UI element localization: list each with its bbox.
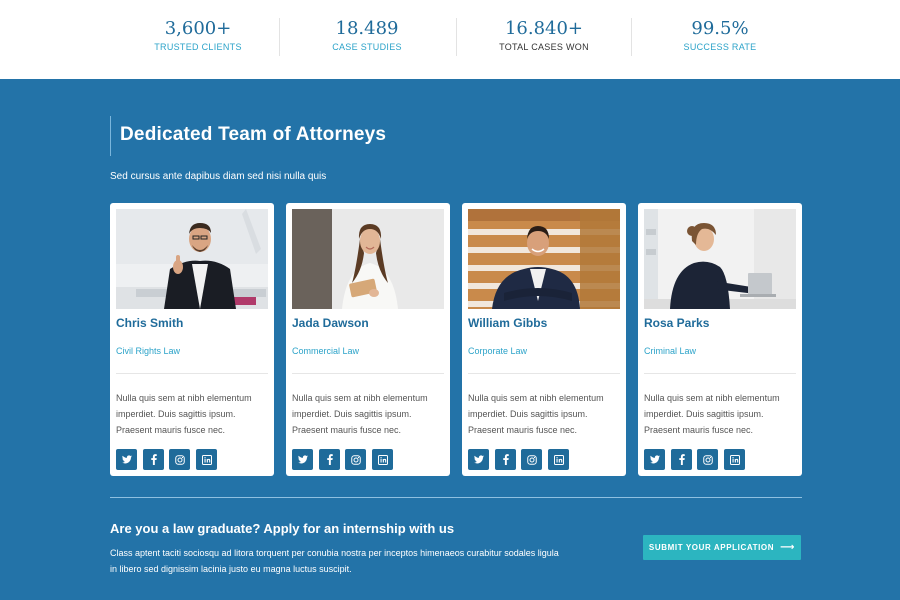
attorney-practice-area: Criminal Law xyxy=(644,346,697,356)
attorney-card: William Gibbs Corporate Law Nulla quis s… xyxy=(462,203,626,476)
stat-success-rate: 99.5% SUCCESS RATE xyxy=(632,18,808,58)
linkedin-icon[interactable] xyxy=(372,449,393,470)
facebook-icon[interactable] xyxy=(495,449,516,470)
attorney-name[interactable]: Chris Smith xyxy=(116,316,183,330)
stat-label: SUCCESS RATE xyxy=(683,42,757,52)
facebook-icon[interactable] xyxy=(671,449,692,470)
instagram-icon[interactable] xyxy=(521,449,542,470)
attorney-card: Chris Smith Civil Rights Law Nulla quis … xyxy=(110,203,274,476)
stat-value: 18.489 xyxy=(335,18,399,39)
stat-label: CASE STUDIES xyxy=(332,42,402,52)
internship-description: Class aptent taciti sociosqu ad litora t… xyxy=(110,548,559,574)
stat-total-cases-won: 16.840+ TOTAL CASES WON xyxy=(456,18,632,58)
arrow-right-icon: ⟶ xyxy=(780,542,796,553)
twitter-icon[interactable] xyxy=(468,449,489,470)
facebook-icon[interactable] xyxy=(319,449,340,470)
card-divider xyxy=(116,373,268,374)
stat-value: 3,600+ xyxy=(164,18,232,39)
attorney-name[interactable]: William Gibbs xyxy=(468,316,547,330)
attorney-name[interactable]: Jada Dawson xyxy=(292,316,369,330)
attorney-photo[interactable] xyxy=(292,209,444,309)
linkedin-icon[interactable] xyxy=(548,449,569,470)
twitter-icon[interactable] xyxy=(292,449,313,470)
card-divider xyxy=(644,373,796,374)
stats-bar: 3,600+ TRUSTED CLIENTS 18.489 CASE STUDI… xyxy=(0,0,900,79)
twitter-icon[interactable] xyxy=(644,449,665,470)
card-divider xyxy=(292,373,444,374)
stat-trusted-clients: 3,600+ TRUSTED CLIENTS xyxy=(110,18,286,58)
attorney-photo[interactable] xyxy=(116,209,268,309)
title-accent-bar xyxy=(110,116,111,156)
stat-case-studies: 18.489 CASE STUDIES xyxy=(279,18,455,58)
instagram-icon[interactable] xyxy=(697,449,718,470)
section-subtitle: Sed cursus ante dapibus diam sed nisi nu… xyxy=(110,171,327,182)
submit-application-label: SUBMIT YOUR APPLICATION xyxy=(648,543,775,552)
linkedin-icon[interactable] xyxy=(724,449,745,470)
attorney-bio: Nulla quis sem at nibh elementum imperdi… xyxy=(468,393,604,435)
attorney-bio: Nulla quis sem at nibh elementum imperdi… xyxy=(292,393,428,435)
twitter-icon[interactable] xyxy=(116,449,137,470)
attorney-card: Rosa Parks Criminal Law Nulla quis sem a… xyxy=(638,203,802,476)
attorney-bio: Nulla quis sem at nibh elementum imperdi… xyxy=(116,393,252,435)
stat-value: 99.5% xyxy=(691,18,749,39)
internship-title: Are you a law graduate? Apply for an int… xyxy=(110,521,455,536)
section-divider xyxy=(110,497,802,498)
submit-application-button[interactable]: SUBMIT YOUR APPLICATION ⟶ xyxy=(643,535,801,560)
linkedin-icon[interactable] xyxy=(196,449,217,470)
section-title: Dedicated Team of Attorneys xyxy=(120,124,387,145)
instagram-icon[interactable] xyxy=(169,449,190,470)
attorney-practice-area: Civil Rights Law xyxy=(116,346,181,356)
stat-value: 16.840+ xyxy=(504,18,584,39)
attorney-bio: Nulla quis sem at nibh elementum imperdi… xyxy=(644,393,780,435)
attorney-practice-area: Commercial Law xyxy=(292,346,360,356)
stat-label: TOTAL CASES WON xyxy=(499,42,589,52)
attorney-photo[interactable] xyxy=(468,209,620,309)
stat-label: TRUSTED CLIENTS xyxy=(154,42,242,52)
attorney-practice-area: Corporate Law xyxy=(468,346,528,356)
attorney-name[interactable]: Rosa Parks xyxy=(644,316,709,330)
instagram-icon[interactable] xyxy=(345,449,366,470)
attorney-card: Jada Dawson Commercial Law Nulla quis se… xyxy=(286,203,450,476)
card-divider xyxy=(468,373,620,374)
attorney-photo[interactable] xyxy=(644,209,796,309)
facebook-icon[interactable] xyxy=(143,449,164,470)
